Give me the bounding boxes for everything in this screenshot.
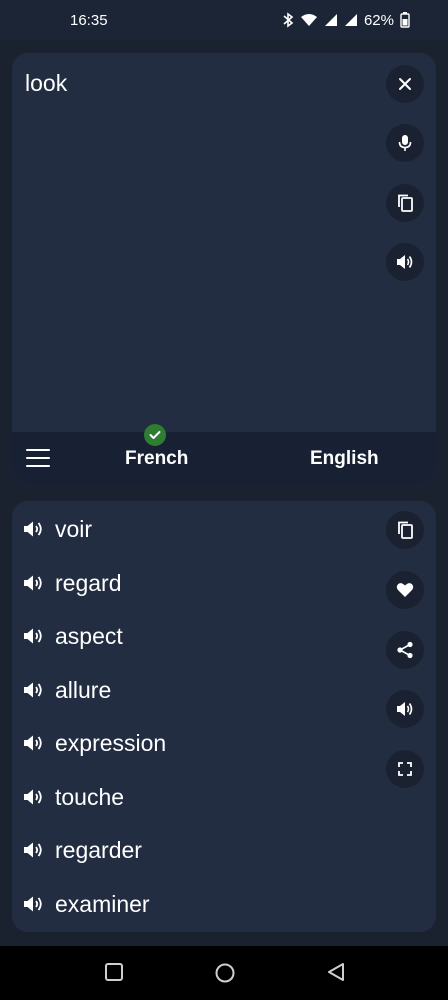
recents-button[interactable] <box>104 962 124 987</box>
speaker-icon[interactable] <box>23 574 45 592</box>
result-word: voir <box>55 515 93 542</box>
check-icon <box>149 431 161 439</box>
result-word: expression <box>55 729 167 756</box>
input-card: look French English <box>12 53 436 484</box>
result-item[interactable]: regarder <box>23 835 142 865</box>
fullscreen-button[interactable] <box>386 750 424 788</box>
speaker-icon[interactable] <box>23 788 45 806</box>
target-language-selector[interactable]: English <box>310 448 379 470</box>
result-item[interactable]: touche <box>23 782 124 812</box>
speaker-icon <box>397 255 413 269</box>
result-word: touche <box>55 783 125 810</box>
source-verified-badge <box>144 424 166 446</box>
language-bar: French English <box>12 432 436 484</box>
status-time: 16:35 <box>70 11 108 29</box>
speaker-icon[interactable] <box>23 520 45 538</box>
fullscreen-icon <box>398 762 412 776</box>
speak-translation-button[interactable] <box>386 690 424 728</box>
home-icon <box>215 963 235 983</box>
microphone-icon <box>398 135 412 151</box>
wifi-icon <box>300 14 317 26</box>
speaker-icon[interactable] <box>23 734 45 752</box>
favorite-button[interactable] <box>386 571 424 609</box>
status-bar: 16:35 62% <box>0 0 448 40</box>
speaker-icon <box>397 702 413 716</box>
translation-results-card: voir regard aspect allure expression tou… <box>12 501 436 932</box>
speaker-icon[interactable] <box>23 895 45 913</box>
signal-icon <box>324 14 337 26</box>
copy-icon <box>398 521 413 539</box>
share-icon <box>397 641 413 659</box>
result-word: examiner <box>55 890 150 917</box>
clear-button[interactable] <box>386 65 424 103</box>
result-word: allure <box>55 676 112 703</box>
result-word: regard <box>55 569 122 596</box>
result-item[interactable]: expression <box>23 728 166 758</box>
result-item[interactable]: regard <box>23 568 121 598</box>
menu-icon <box>26 449 50 452</box>
speaker-icon[interactable] <box>23 627 45 645</box>
source-language-selector[interactable]: French <box>125 448 188 470</box>
menu-button[interactable] <box>26 449 50 467</box>
battery-icon <box>400 12 410 28</box>
result-item[interactable]: voir <box>23 514 92 544</box>
close-icon <box>399 78 411 90</box>
speaker-icon[interactable] <box>23 841 45 859</box>
bluetooth-icon <box>283 12 294 28</box>
copy-translation-button[interactable] <box>386 511 424 549</box>
system-nav-bar <box>0 946 448 1000</box>
result-item[interactable]: aspect <box>23 621 123 651</box>
speak-source-button[interactable] <box>386 243 424 281</box>
back-button[interactable] <box>326 962 346 987</box>
copy-source-button[interactable] <box>386 184 424 222</box>
microphone-button[interactable] <box>386 124 424 162</box>
status-icons: 62% <box>282 12 410 29</box>
heart-icon <box>396 583 414 597</box>
source-text-input[interactable]: look <box>25 70 67 97</box>
result-item[interactable]: allure <box>23 675 111 705</box>
speaker-icon[interactable] <box>23 681 45 699</box>
battery-percent: 62% <box>363 11 394 29</box>
share-button[interactable] <box>386 631 424 669</box>
recents-icon <box>105 963 123 981</box>
signal-icon <box>344 14 357 26</box>
back-icon <box>328 963 344 981</box>
result-word: regarder <box>55 836 142 863</box>
result-word: aspect <box>55 622 123 649</box>
home-button[interactable] <box>214 962 236 989</box>
copy-icon <box>398 194 413 212</box>
result-item[interactable]: examiner <box>23 889 150 919</box>
